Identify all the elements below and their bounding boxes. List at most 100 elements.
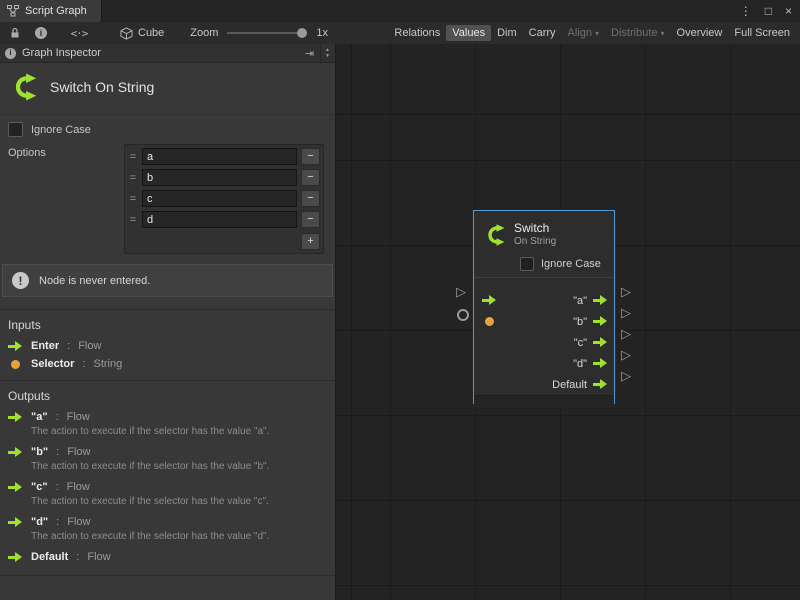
values-button[interactable]: Values <box>446 25 491 41</box>
option-input-d[interactable] <box>142 211 297 228</box>
output-row-c: "c" : Flow <box>0 477 335 495</box>
ignore-case-row: Ignore Case <box>0 115 335 139</box>
cube-icon <box>120 27 133 40</box>
node-header: Switch On String <box>474 211 614 251</box>
zoom-slider-knob[interactable] <box>297 28 307 38</box>
output-desc-c: The action to execute if the selector ha… <box>0 495 335 512</box>
flow-port-icon[interactable] <box>593 316 608 327</box>
ignore-case-checkbox[interactable] <box>520 257 534 271</box>
warning-text: Node is never entered. <box>39 275 150 287</box>
zoom-slider[interactable] <box>227 27 307 39</box>
node-title: Switch <box>514 222 556 235</box>
zoom-slider-track <box>227 32 307 34</box>
script-graph-icon <box>7 5 19 17</box>
tab-script-graph[interactable]: Script Graph <box>0 0 102 22</box>
output-b-port-triangle-icon[interactable]: ▷ <box>621 305 631 320</box>
inspector-header-title: Graph Inspector <box>22 47 299 59</box>
output-row-default: Default : Flow <box>0 547 335 565</box>
remove-option-button[interactable]: − <box>301 169 320 186</box>
ignore-case-label: Ignore Case <box>31 124 91 136</box>
zoom-control: Zoom 1x <box>190 27 328 39</box>
output-desc-a: The action to execute if the selector ha… <box>0 425 335 442</box>
carry-button[interactable]: Carry <box>523 25 562 41</box>
remove-option-button[interactable]: − <box>301 148 320 165</box>
overview-button[interactable]: Overview <box>671 25 729 41</box>
remove-option-button[interactable]: − <box>301 211 320 228</box>
info-icon[interactable]: i <box>32 24 50 42</box>
output-row-d: "d" : Flow <box>0 512 335 530</box>
output-d-port-triangle-icon[interactable]: ▷ <box>621 347 631 362</box>
output-row-b: "b" : Flow <box>0 442 335 460</box>
switch-on-string-node[interactable]: Switch On String Ignore Case "a" "b" <box>473 210 615 404</box>
drag-handle-icon[interactable]: = <box>128 172 138 184</box>
options-label: Options <box>8 144 46 159</box>
window-titlebar: Script Graph ⋮ □ × <box>0 0 800 23</box>
drag-handle-icon[interactable]: = <box>128 193 138 205</box>
output-default-port-triangle-icon[interactable]: ▷ <box>621 368 631 383</box>
chevron-down-icon: ▾ <box>661 29 665 38</box>
window-controls: ⋮ □ × <box>740 0 792 22</box>
flow-port-icon[interactable] <box>593 379 608 390</box>
switch-node-wrap: ▷ Switch On String Ignore Cas <box>455 210 637 412</box>
graph-canvas[interactable]: ▷ Switch On String Ignore Cas <box>336 44 800 600</box>
inspector-scroll-buttons[interactable]: ▲ ▼ <box>320 44 330 62</box>
zoom-label: Zoom <box>190 27 218 39</box>
code-view-icon[interactable]: <·> <box>66 24 92 42</box>
tab-label: Script Graph <box>25 5 87 17</box>
drag-handle-icon[interactable]: = <box>128 214 138 226</box>
graph-target-label: Cube <box>138 27 164 39</box>
options-footer: + <box>126 230 322 252</box>
flow-port-icon[interactable] <box>593 337 608 348</box>
port-label: Default <box>552 379 587 391</box>
unit-title-block: Switch On String <box>0 63 335 115</box>
options-block: Options = − = − = − = − <box>0 139 335 254</box>
add-option-button[interactable]: + <box>301 233 320 250</box>
port-label: "c" <box>574 337 587 349</box>
option-row: = − <box>126 146 322 167</box>
selector-value-port-icon[interactable] <box>485 317 494 326</box>
option-row: = − <box>126 209 322 230</box>
flow-port-icon <box>8 447 23 458</box>
inspector-header: i Graph Inspector ⇥ ▲ ▼ <box>0 44 335 63</box>
warning-icon: ! <box>12 272 29 289</box>
flow-port-icon <box>8 412 23 423</box>
output-a-port-triangle-icon[interactable]: ▷ <box>621 284 631 299</box>
dock-icon[interactable]: ⇥ <box>305 47 314 60</box>
port-row-b: "b" <box>474 311 614 332</box>
port-label: "a" <box>573 295 587 307</box>
option-input-a[interactable] <box>142 148 297 165</box>
ignore-case-checkbox[interactable] <box>8 122 23 137</box>
dim-button[interactable]: Dim <box>491 25 523 41</box>
node-subtitle: On String <box>514 235 556 248</box>
relations-button[interactable]: Relations <box>388 25 446 41</box>
input-row-enter: Enter : Flow <box>0 336 335 354</box>
flow-port-icon[interactable] <box>593 358 608 369</box>
enter-port-triangle-icon[interactable]: ▷ <box>456 284 466 299</box>
window-menu-icon[interactable]: ⋮ <box>740 4 752 18</box>
option-input-b[interactable] <box>142 169 297 186</box>
scroll-down-icon[interactable]: ▼ <box>325 53 330 59</box>
graph-target[interactable]: Cube <box>120 27 164 40</box>
node-ports: "a" "b" "c" "d" Default <box>474 278 614 395</box>
distribute-dropdown[interactable]: Distribute▾ <box>605 25 670 41</box>
selector-port-circle-icon[interactable] <box>457 309 469 321</box>
value-port-icon <box>8 360 23 369</box>
enter-flow-port-icon[interactable] <box>482 295 497 306</box>
remove-option-button[interactable]: − <box>301 190 320 207</box>
maximize-icon[interactable]: □ <box>765 4 772 18</box>
output-c-port-triangle-icon[interactable]: ▷ <box>621 326 631 341</box>
port-label: "d" <box>573 358 587 370</box>
graph-inspector-panel: i Graph Inspector ⇥ ▲ ▼ Switch On String… <box>0 44 336 600</box>
option-input-c[interactable] <box>142 190 297 207</box>
align-dropdown[interactable]: Align▾ <box>562 25 605 41</box>
port-row-default: Default <box>474 374 614 395</box>
fullscreen-button[interactable]: Full Screen <box>728 25 796 41</box>
drag-handle-icon[interactable]: = <box>128 151 138 163</box>
flow-port-icon[interactable] <box>593 295 608 306</box>
close-icon[interactable]: × <box>785 4 792 18</box>
unit-title: Switch On String <box>50 79 154 95</box>
inspector-divider <box>0 575 335 600</box>
option-row: = − <box>126 167 322 188</box>
output-desc-d: The action to execute if the selector ha… <box>0 530 335 547</box>
lock-icon[interactable] <box>6 24 24 42</box>
